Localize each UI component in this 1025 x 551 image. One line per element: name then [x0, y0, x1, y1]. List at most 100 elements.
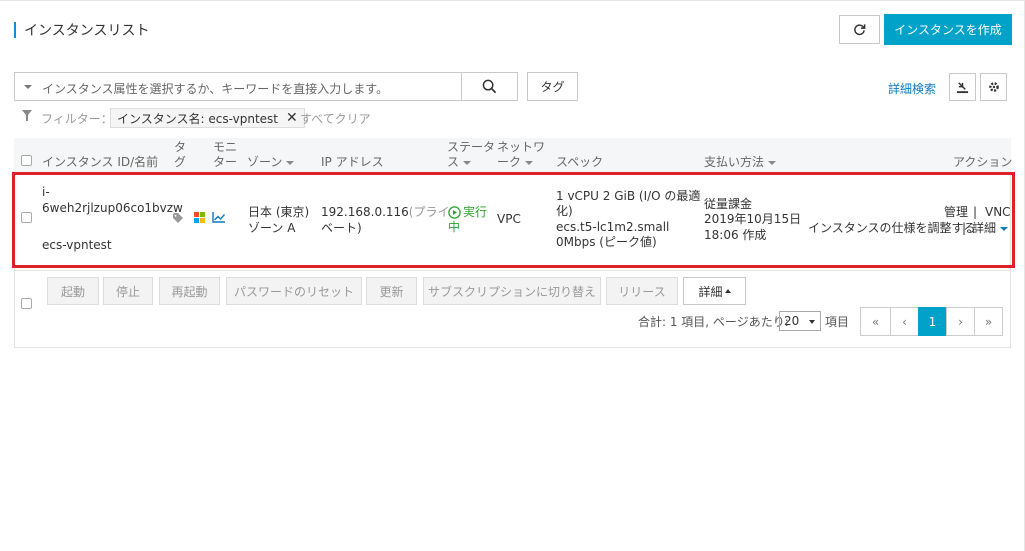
header-action: アクション: [953, 155, 1013, 169]
chevron-down-icon: [1000, 226, 1009, 231]
row-checkbox[interactable]: [21, 212, 32, 223]
windows-icon: [194, 212, 205, 223]
header-monitor-1: モニ: [213, 140, 238, 154]
filter-label: フィルター：: [41, 112, 113, 126]
page-size-value: 20: [784, 314, 800, 328]
search-icon: [482, 79, 497, 94]
header-billing-label: 支払い方法: [704, 155, 765, 169]
reset-password-button[interactable]: パスワードのリセット: [226, 277, 362, 305]
gear-icon: [988, 82, 999, 92]
filter-icon: [22, 110, 32, 121]
instance-id-prefix[interactable]: i-: [42, 184, 50, 200]
prev-page-button[interactable]: ‹: [890, 307, 919, 336]
settings-button[interactable]: [980, 73, 1007, 101]
billing-type: 従量課金: [704, 197, 753, 211]
chevron-down-icon: [286, 160, 295, 165]
last-page-button[interactable]: »: [974, 307, 1003, 336]
chevron-up-icon: [724, 289, 731, 293]
stop-button[interactable]: 停止: [103, 277, 153, 305]
page-size-select[interactable]: 20: [779, 311, 821, 331]
more-batch-actions-button[interactable]: 詳細: [683, 277, 746, 305]
spec-line-2: 化): [556, 204, 573, 218]
header-tag-1: タ: [174, 140, 187, 154]
batch-select-checkbox[interactable]: [21, 298, 32, 309]
search-placeholder: インスタンス属性を選択するか、キーワードを直接入力します。: [42, 82, 389, 96]
more-actions-link[interactable]: 詳細: [972, 220, 1009, 236]
start-button[interactable]: 起動: [47, 277, 99, 305]
header-billing[interactable]: 支払い方法: [704, 155, 777, 170]
chevron-down-icon: [768, 160, 777, 165]
first-page-button[interactable]: «: [860, 307, 891, 336]
tag-icon[interactable]: [173, 213, 185, 223]
header-status-label: ス: [447, 155, 460, 169]
spec-line-1: 1 vCPU 2 GiB (I/O の最適: [556, 189, 701, 203]
create-instance-button[interactable]: インスタンスを作成: [884, 14, 1012, 45]
header-instance-id: インスタンス ID/名前: [42, 155, 159, 169]
header-status-1: ステータ: [447, 140, 496, 154]
resize-instance-link[interactable]: インスタンスの仕様を調整する: [808, 220, 976, 236]
spec-instance-type[interactable]: ecs.t5-lc1m2.small: [556, 219, 669, 235]
tag-button[interactable]: タグ: [527, 72, 578, 101]
ip-type-1: (プライ: [408, 205, 450, 219]
more-batch-label: 詳細: [698, 284, 723, 299]
billing-time: 18:06 作成: [704, 228, 767, 242]
pagination-summary: 合計: 1 項目, ページあたり:: [638, 315, 789, 329]
header-zone[interactable]: ゾーン: [247, 155, 295, 170]
renew-button[interactable]: 更新: [366, 277, 417, 305]
header-zone-label: ゾーン: [247, 155, 283, 169]
advanced-search-link[interactable]: 詳細検索: [888, 80, 936, 97]
page-1-button[interactable]: 1: [918, 307, 947, 336]
filter-tag-instance-name: インスタンス名: ecs-vpntest ✕: [110, 108, 305, 128]
top-border: [0, 0, 1025, 1]
action-separator: |: [973, 205, 978, 219]
ip-address: 192.168.0.116: [321, 205, 409, 219]
status-running-2: 中: [448, 220, 461, 234]
export-icon: [956, 81, 969, 93]
refresh-button[interactable]: [839, 15, 880, 44]
items-label: 項目: [825, 315, 850, 329]
search-input[interactable]: インスタンス属性を選択するか、キーワードを直接入力します。: [14, 72, 462, 101]
export-button[interactable]: [949, 73, 976, 101]
chevron-down-icon: [463, 160, 472, 165]
spec-bandwidth: 0Mbps (ピーク値): [556, 235, 657, 249]
ip-line-1: 192.168.0.116(プライ: [321, 204, 449, 220]
title-accent-bar: [14, 22, 16, 38]
more-actions-label: 詳細: [972, 221, 997, 235]
action-separator-2: |: [962, 221, 967, 235]
running-icon: [448, 206, 461, 219]
instance-name: ecs-vpntest: [42, 238, 112, 252]
manage-link[interactable]: 管理: [944, 204, 968, 220]
select-all-checkbox[interactable]: [21, 155, 32, 166]
header-network-2[interactable]: ーク: [497, 155, 534, 170]
search-button[interactable]: [461, 72, 518, 101]
filter-tag-label: インスタンス名: ecs-vpntest: [117, 111, 278, 126]
monitor-chart-icon[interactable]: [212, 212, 225, 223]
header-network-label: ーク: [497, 155, 522, 169]
switch-subscription-button[interactable]: サブスクリプションに切り替え: [423, 277, 601, 305]
actions-divider: [14, 270, 1011, 271]
chevron-down-icon: [809, 320, 815, 324]
header-spec: スペック: [556, 155, 604, 169]
next-page-button[interactable]: ›: [946, 307, 975, 336]
chevron-down-icon: [24, 85, 32, 89]
zone-name: ゾーン A: [248, 221, 296, 235]
header-status-2[interactable]: ス: [447, 155, 472, 170]
header-network-1: ネットワ: [497, 140, 546, 154]
header-ip: IP アドレス: [321, 155, 384, 169]
ip-type-2: ベート): [321, 221, 362, 235]
close-icon[interactable]: ✕: [286, 111, 298, 125]
clear-all-link[interactable]: すべてクリア: [300, 110, 371, 127]
billing-date: 2019年10月15日: [704, 212, 802, 226]
page-title: インスタンスリスト: [24, 23, 150, 39]
release-button[interactable]: リリース: [606, 277, 678, 305]
vnc-link[interactable]: VNC: [985, 204, 1011, 220]
refresh-icon: [854, 24, 866, 36]
instance-id-link[interactable]: 6weh2rjlzup06co1bvzw: [42, 200, 183, 216]
network-type: VPC: [497, 212, 521, 226]
header-tag-2: グ: [174, 155, 187, 169]
restart-button[interactable]: 再起動: [159, 277, 220, 305]
status-running-1: 実行: [463, 205, 488, 219]
chevron-down-icon: [525, 160, 534, 165]
zone-region: 日本 (東京): [248, 205, 310, 219]
header-monitor-2: ター: [213, 155, 238, 169]
